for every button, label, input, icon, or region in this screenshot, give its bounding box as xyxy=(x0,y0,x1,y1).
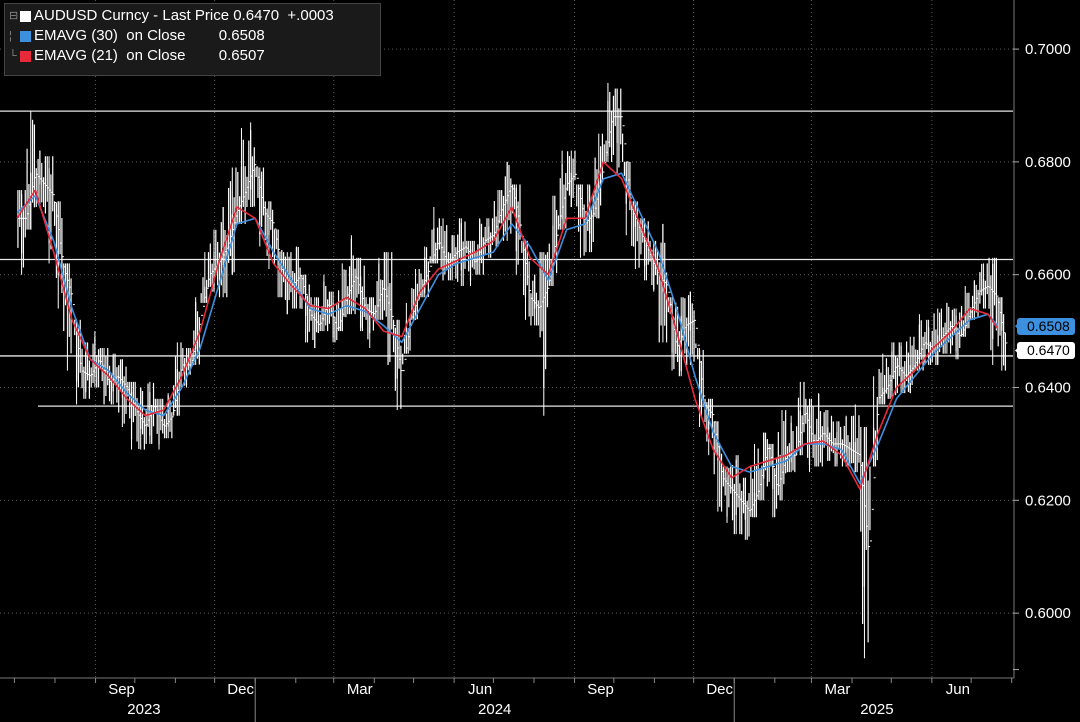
x-tick-label: Jun xyxy=(468,681,492,698)
x-tick-label: Dec xyxy=(706,681,733,698)
y-tick-label: 0.6400 xyxy=(1025,380,1071,397)
collapse-toggle-icon[interactable]: ⊟ xyxy=(9,6,19,26)
legend-row-ema21: └ EMAVG (21) on Close 0.6507 xyxy=(9,46,380,66)
x-tick-label: Dec xyxy=(227,681,254,698)
grid-layer xyxy=(0,0,1013,678)
legend-label-ema30: EMAVG (30) on Close 0.6508 xyxy=(34,27,265,44)
price-swatch xyxy=(20,10,31,22)
tree-end-icon: └ xyxy=(9,50,17,62)
ema30-swatch xyxy=(20,30,31,42)
x-year-label: 2024 xyxy=(478,701,511,718)
x-year-label: 2023 xyxy=(127,701,160,718)
y-tick-label: 0.6200 xyxy=(1025,492,1071,509)
x-tick-label: Mar xyxy=(825,681,851,698)
last-price-badge: 0.6470 xyxy=(1017,342,1075,360)
legend-label-ema21: EMAVG (21) on Close 0.6507 xyxy=(34,47,265,64)
x-year-label: 2025 xyxy=(860,701,893,718)
legend-label-price: AUDUSD Curncy - Last Price 0.6470 +.0003 xyxy=(34,7,334,24)
y-tick-label: 0.6800 xyxy=(1025,154,1071,171)
legend: ⊟ AUDUSD Curncy - Last Price 0.6470 +.00… xyxy=(4,3,381,76)
x-tick-label: Mar xyxy=(347,681,373,698)
ema21-swatch xyxy=(20,50,31,62)
x-tick-label: Jun xyxy=(946,681,970,698)
legend-row-ema30: ¦ EMAVG (30) on Close 0.6508 xyxy=(9,26,380,46)
y-tick-label: 0.6000 xyxy=(1025,605,1071,622)
price-bars xyxy=(17,82,1008,659)
legend-row-price: ⊟ AUDUSD Curncy - Last Price 0.6470 +.00… xyxy=(9,6,380,26)
tree-line-icon: ¦ xyxy=(9,30,12,42)
y-tick-label: 0.6600 xyxy=(1025,267,1071,284)
x-tick-label: Sep xyxy=(587,681,614,698)
x-tick-label: Sep xyxy=(108,681,135,698)
y-tick-label: 0.7000 xyxy=(1025,41,1071,58)
price-chart: 0.7000 0.6800 0.6600 0.6400 0.6200 0.6000 Sep D… xyxy=(0,0,1071,722)
ema30-value-badge: 0.6508 xyxy=(1017,317,1075,335)
chart-root: 0.7000 0.6800 0.6600 0.6400 0.6200 0.6000 Sep D… xyxy=(0,0,1080,722)
